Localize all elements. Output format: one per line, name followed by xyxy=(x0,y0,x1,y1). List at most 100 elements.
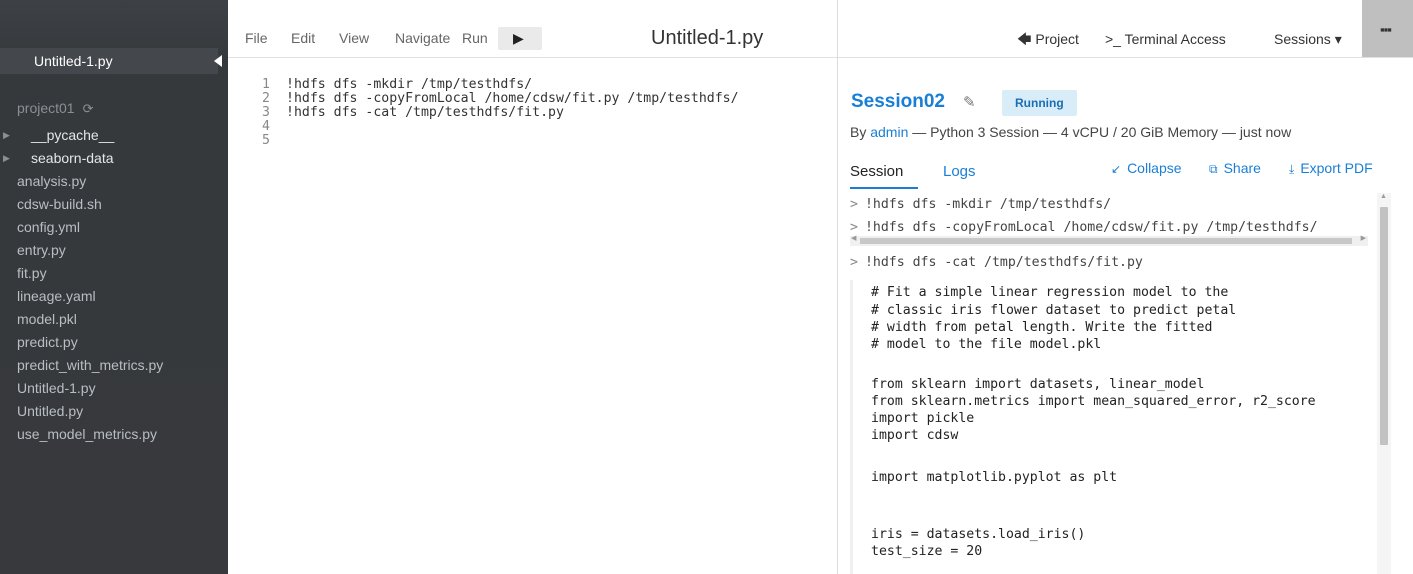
line-text: !hdfs dfs -mkdir /tmp/testhdfs/ xyxy=(286,77,533,92)
top-nav: 🡄 Project >_ Terminal Access Sessions ▾ … xyxy=(838,0,1413,58)
folder-name: __pycache__ xyxy=(31,127,115,143)
line-number: 4 xyxy=(262,119,270,134)
session-panel: 🡄 Project >_ Terminal Access Sessions ▾ … xyxy=(838,0,1413,574)
file-item[interactable]: analysis.py xyxy=(0,170,228,193)
file-name: analysis.py xyxy=(17,173,87,189)
run-button[interactable]: ▶ xyxy=(498,27,542,50)
output-line: from sklearn import datasets, linear_mod… xyxy=(871,377,1205,392)
chevron-down-icon: ▾ xyxy=(1334,31,1342,47)
command-output: # Fit a simple linear regression model t… xyxy=(850,280,1370,574)
status-badge: Running xyxy=(1002,90,1077,116)
output-line: # model to the file model.pkl xyxy=(871,337,1102,352)
project-link-label: Project xyxy=(1035,31,1079,47)
scroll-up-icon[interactable]: ▲ xyxy=(1380,193,1387,200)
file-item[interactable]: Untitled.py xyxy=(0,400,228,423)
menu-run[interactable]: Run xyxy=(462,30,488,46)
collapse-button[interactable]: ↙ Collapse xyxy=(1111,160,1182,176)
download-icon: ⤓ xyxy=(1289,162,1295,176)
project-link[interactable]: 🡄 Project xyxy=(1017,29,1079,53)
file-item[interactable]: cdsw-build.sh xyxy=(0,193,228,216)
code-area[interactable]: 1 !hdfs dfs -mkdir /tmp/testhdfs/ 2 !hdfs … xyxy=(228,77,837,148)
share-label: Share xyxy=(1223,160,1261,176)
file-name: config.yml xyxy=(17,219,81,235)
console-command: > !hdfs dfs -cat /tmp/testhdfs/fit.py xyxy=(850,255,1143,270)
menu-view[interactable]: View xyxy=(339,30,369,46)
file-item[interactable]: entry.py xyxy=(0,239,228,262)
collapse-icon: ↙ xyxy=(1111,162,1122,176)
code-line: 1 !hdfs dfs -mkdir /tmp/testhdfs/ xyxy=(228,77,837,92)
scrollbar-thumb[interactable] xyxy=(1380,207,1388,445)
tab-logs[interactable]: Logs xyxy=(943,163,976,180)
collapse-label: Collapse xyxy=(1127,160,1182,176)
folder-item[interactable]: ▶ __pycache__ xyxy=(0,124,228,147)
tab-session[interactable]: Session xyxy=(850,163,903,180)
session-by-label: By xyxy=(850,124,867,140)
output-line: # width from petal length. Write the fit… xyxy=(871,320,1213,335)
folder-item[interactable]: ▶ seaborn-data xyxy=(0,147,228,170)
share-icon: ⧉ xyxy=(1209,162,1218,176)
arrow-left-icon: 🡄 xyxy=(1017,31,1032,47)
scroll-left-icon[interactable]: ◀ xyxy=(851,234,856,242)
output-line: from sklearn.metrics import mean_squared… xyxy=(871,394,1316,409)
export-pdf-button[interactable]: ⤓ Export PDF xyxy=(1289,160,1373,177)
menu-file[interactable]: File xyxy=(245,30,268,46)
console-command: > !hdfs dfs -mkdir /tmp/testhdfs/ xyxy=(850,197,1111,212)
file-item[interactable]: config.yml xyxy=(0,216,228,239)
vertical-scrollbar[interactable]: ▲ xyxy=(1377,193,1391,574)
active-tab-underline xyxy=(850,187,918,189)
share-button[interactable]: ⧉ Share xyxy=(1209,160,1261,177)
file-name: model.pkl xyxy=(17,311,77,327)
code-line: 5 xyxy=(228,133,837,148)
prompt-icon: > xyxy=(850,220,858,235)
project-name: project01 xyxy=(17,100,75,116)
sessions-dropdown[interactable]: Sessions ▾ xyxy=(1274,31,1342,48)
scroll-right-icon[interactable]: ▶ xyxy=(1361,234,1366,242)
terminal-icon: >_ xyxy=(1105,31,1121,47)
line-text: !hdfs dfs -cat /tmp/testhdfs/fit.py xyxy=(286,105,564,120)
output-line: iris = datasets.load_iris() xyxy=(871,527,1086,542)
prompt-icon: > xyxy=(850,255,858,270)
file-item[interactable]: predict.py xyxy=(0,331,228,354)
file-list: ▶ __pycache__ ▶ seaborn-data analysis.py c… xyxy=(0,124,228,446)
grid-icon: ▪▪▪ xyxy=(1380,22,1392,37)
file-browser-sidebar: Untitled-1.py project01 ⟳ ▶ __pycache__ ▶ s… xyxy=(0,0,228,574)
code-line: 2 !hdfs dfs -copyFromLocal /home/cdsw/fit… xyxy=(228,91,837,106)
file-item[interactable]: predict_with_metrics.py xyxy=(0,354,228,377)
edit-icon[interactable]: ✎ xyxy=(963,93,976,111)
terminal-access-link[interactable]: >_ Terminal Access xyxy=(1105,31,1226,47)
file-item[interactable]: lineage.yaml xyxy=(0,285,228,308)
open-file-tab[interactable]: Untitled-1.py xyxy=(0,48,218,74)
file-name: predict_with_metrics.py xyxy=(17,357,164,373)
sessions-label: Sessions xyxy=(1274,31,1331,47)
output-line: test_size = 20 xyxy=(871,544,983,559)
menu-edit[interactable]: Edit xyxy=(291,30,315,46)
file-name: Untitled.py xyxy=(17,403,84,419)
file-name: cdsw-build.sh xyxy=(17,196,102,212)
open-file-tab-label: Untitled-1.py xyxy=(34,53,113,69)
line-number: 5 xyxy=(262,133,270,148)
scrollbar-thumb[interactable] xyxy=(860,238,1352,244)
terminal-access-label: Terminal Access xyxy=(1124,31,1226,47)
refresh-icon[interactable]: ⟳ xyxy=(83,101,94,116)
editor-file-title: Untitled-1.py xyxy=(651,27,764,49)
file-item[interactable]: model.pkl xyxy=(0,308,228,331)
file-item[interactable]: fit.py xyxy=(0,262,228,285)
apps-grid-button[interactable]: ▪▪▪ xyxy=(1362,0,1413,57)
menu-navigate[interactable]: Navigate xyxy=(395,30,450,46)
line-number: 1 xyxy=(262,77,270,92)
session-user-link[interactable]: admin xyxy=(870,124,908,140)
horizontal-scrollbar[interactable]: ◀ ▶ xyxy=(850,234,1368,246)
active-tab-indicator xyxy=(214,55,222,67)
play-icon: ▶ xyxy=(513,30,524,46)
folder-expand-icon[interactable]: ▶ xyxy=(3,124,10,147)
file-item[interactable]: use_model_metrics.py xyxy=(0,423,228,446)
export-pdf-label: Export PDF xyxy=(1300,160,1373,176)
output-line: # Fit a simple linear regression model t… xyxy=(871,285,1229,300)
session-name: Session02 xyxy=(851,91,945,112)
console-command: > !hdfs dfs -copyFromLocal /home/cdsw/fit… xyxy=(850,220,1318,235)
editor-menubar: File Edit View Navigate Run ▶ Untitled-1… xyxy=(228,0,837,58)
session-console[interactable]: > !hdfs dfs -mkdir /tmp/testhdfs/ > !hdfs … xyxy=(850,193,1370,574)
folder-expand-icon[interactable]: ▶ xyxy=(3,147,10,170)
file-item[interactable]: Untitled-1.py xyxy=(0,377,228,400)
line-number: 2 xyxy=(262,91,270,106)
